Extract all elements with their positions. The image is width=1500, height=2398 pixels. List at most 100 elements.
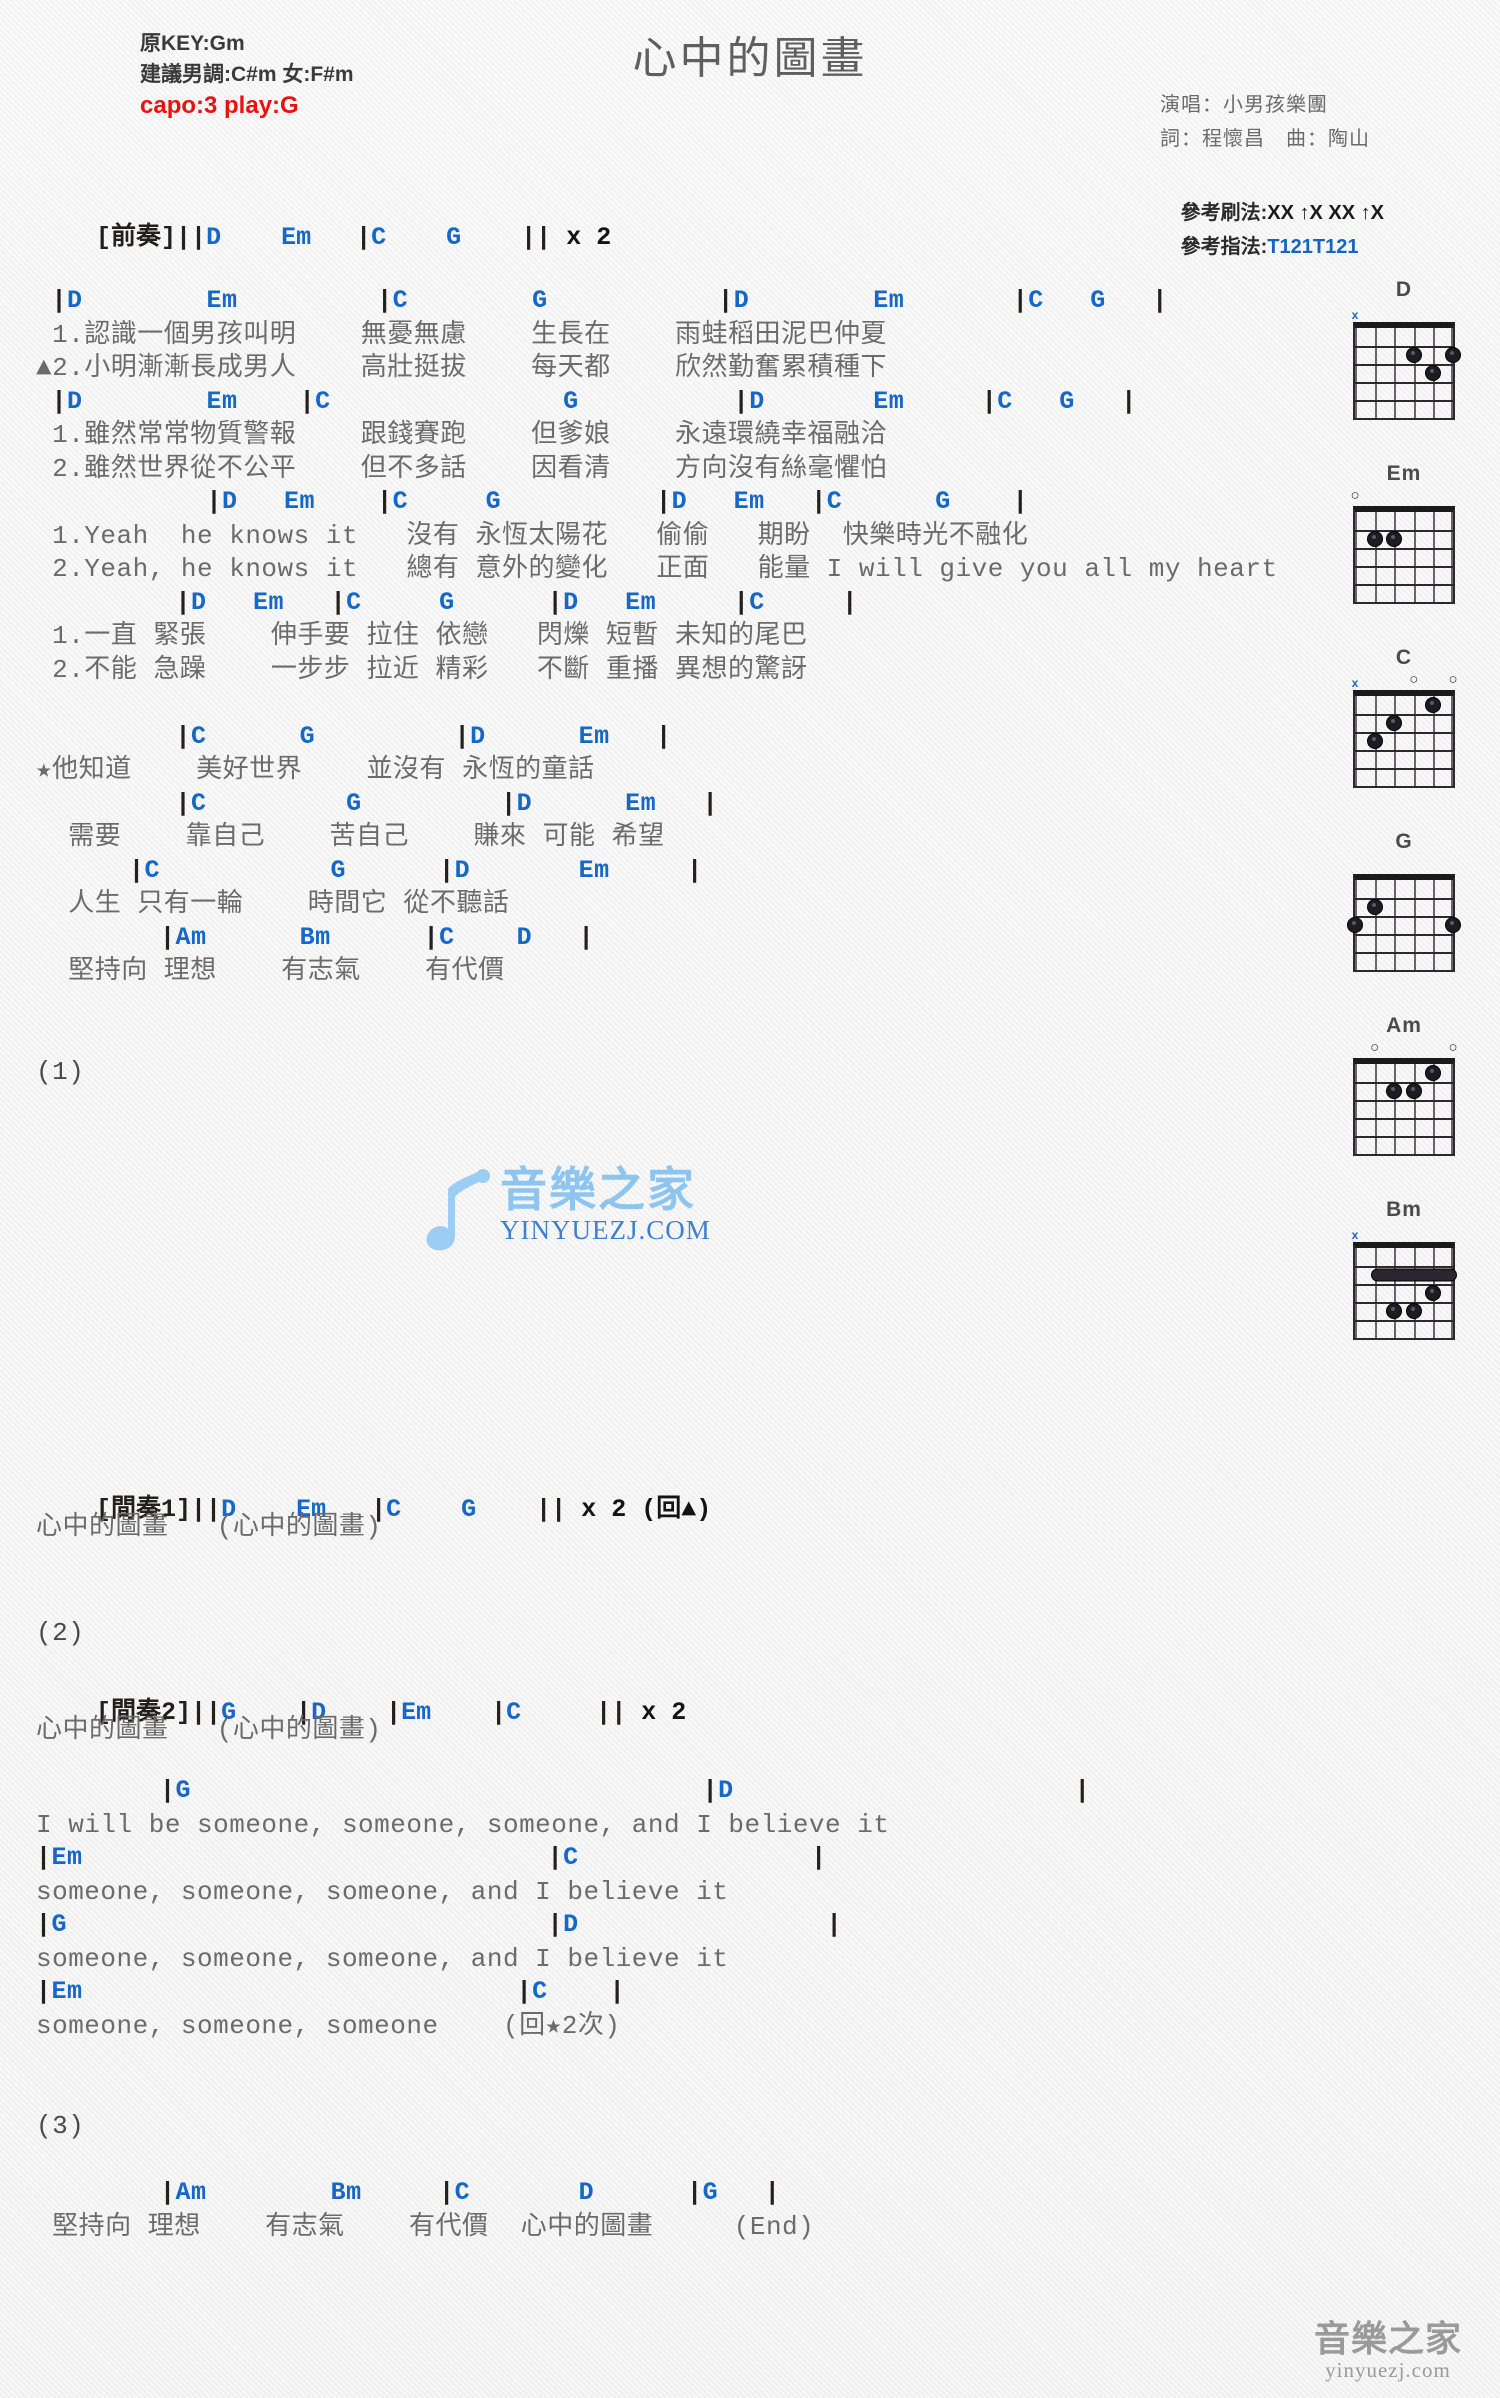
finger-dot bbox=[1386, 1083, 1403, 1099]
finger-dot bbox=[1445, 917, 1461, 933]
finger-pattern-value: T121T121 bbox=[1267, 236, 1359, 258]
interlude1-repeat: (回▲) bbox=[626, 1495, 712, 1524]
chord-diagram-name: D bbox=[1395, 278, 1413, 301]
chord-diagram-am: Am ○ ○ bbox=[1338, 1014, 1470, 1156]
chord-line: |Em |C | bbox=[36, 1977, 626, 2006]
finger-dot bbox=[1405, 1083, 1422, 1099]
string-line bbox=[1394, 880, 1397, 970]
lyric-line: someone, someone, someone, and I believe… bbox=[36, 1943, 729, 1974]
watermark-logo-text: 音樂之家 bbox=[500, 1163, 696, 1216]
string-line bbox=[1355, 328, 1357, 418]
fret-line bbox=[1355, 714, 1453, 716]
string-line bbox=[1433, 880, 1436, 970]
mute-string-icon: x bbox=[1351, 308, 1359, 322]
string-line bbox=[1394, 328, 1397, 418]
interlude1-lyric: 心中的圖畫 (心中的圖畫) bbox=[36, 1512, 382, 1542]
lyric-line: I will be someone, someone, someone, and… bbox=[36, 1809, 890, 1840]
barre-bar bbox=[1370, 1268, 1457, 1282]
lyric-line: 2.不能 急躁 一步步 拉近 精彩 不斷 重播 異想的驚訝 bbox=[36, 654, 808, 685]
finger-dot bbox=[1366, 733, 1383, 749]
string-line bbox=[1451, 1248, 1453, 1338]
lyric-line: 堅持向 理想 有志氣 有代價 心中的圖畫 (End) bbox=[36, 2211, 815, 2242]
song-body: |D Em |C G |D Em |C G | 1.認識一個男孩叫明 無憂無慮 … bbox=[36, 288, 1326, 1092]
strum-pattern-value: XX ↑X XX ↑X bbox=[1267, 202, 1384, 224]
singer-credit: 演唱：小男孩樂團 bbox=[1160, 94, 1328, 116]
finger-dot bbox=[1425, 365, 1442, 381]
fretboard-grid bbox=[1347, 874, 1461, 972]
string-line bbox=[1355, 696, 1357, 786]
fret-line bbox=[1355, 548, 1453, 550]
finger-dot bbox=[1386, 1303, 1403, 1319]
fret-line bbox=[1355, 1118, 1453, 1120]
finger-dot bbox=[1347, 917, 1363, 933]
fretboard-grid bbox=[1353, 322, 1461, 420]
chord-line: |G |D | bbox=[36, 1910, 843, 1939]
fret-line bbox=[1355, 382, 1453, 384]
watermark-bottom-logo: 音樂之家 bbox=[1313, 2318, 1462, 2359]
string-line bbox=[1374, 1248, 1377, 1338]
chord-diagram-bm: Bm x bbox=[1338, 1198, 1470, 1340]
chord-open-mute-markers: x ○ ○ bbox=[1338, 672, 1470, 690]
string-line bbox=[1355, 1064, 1357, 1154]
lyric-line: 1.一直 緊張 伸手要 拉住 依戀 閃爍 短暫 未知的尾巴 bbox=[36, 621, 808, 651]
intro-label: [前奏] bbox=[96, 223, 177, 252]
chord-line: |D Em |C G |D Em |C G | bbox=[51, 286, 1168, 315]
strum-pattern-label: 參考刷法: bbox=[1180, 202, 1268, 224]
interlude2-lyric: 心中的圖畫 (心中的圖畫) bbox=[36, 1715, 382, 1745]
strum-pattern-row: 參考刷法:XX ↑X XX ↑X bbox=[1181, 196, 1384, 230]
string-line bbox=[1413, 1064, 1416, 1154]
chord-diagram-name: G bbox=[1395, 830, 1413, 853]
lyric-line: 需要 靠自己 苦自己 賺來 可能 希望 bbox=[36, 822, 665, 852]
finger-dot bbox=[1425, 697, 1442, 713]
fret-line bbox=[1355, 1302, 1453, 1304]
chord-line: |D Em |C G |D Em |C G | bbox=[51, 386, 1137, 416]
chord-line: |C G |D Em | bbox=[175, 721, 672, 751]
lyric-line: someone, someone, someone (回★2次) bbox=[36, 2010, 621, 2041]
finger-dot bbox=[1405, 1303, 1422, 1319]
section-marker-2: (2) bbox=[36, 1618, 85, 1648]
string-line bbox=[1394, 1248, 1397, 1338]
fret-line bbox=[1355, 1136, 1453, 1138]
fretboard-grid bbox=[1353, 1058, 1455, 1156]
lyric-line: 堅持向 理想 有志氣 有代價 bbox=[36, 956, 505, 986]
chord-line: |D Em |C G |D Em |C | bbox=[175, 587, 858, 617]
string-line bbox=[1374, 880, 1377, 970]
watermark-bottom-url: yinyuezj.com bbox=[1325, 2358, 1451, 2382]
fretboard-grid bbox=[1353, 1242, 1457, 1340]
mute-string-icon: x bbox=[1351, 676, 1359, 690]
fret-line bbox=[1355, 584, 1453, 586]
chord-diagram-name: Bm bbox=[1386, 1198, 1422, 1221]
chord-diagram-name: Em bbox=[1386, 462, 1422, 485]
finger-dot bbox=[1425, 1065, 1442, 1081]
finger-dot bbox=[1386, 715, 1403, 731]
string-line bbox=[1374, 1064, 1377, 1154]
finger-pattern-label: 參考指法: bbox=[1180, 236, 1268, 258]
fretboard-grid bbox=[1353, 506, 1455, 604]
fret-line bbox=[1355, 566, 1453, 568]
play-patterns-block: 參考刷法:XX ↑X XX ↑X 參考指法:T121T121 bbox=[1181, 196, 1384, 264]
string-line bbox=[1451, 696, 1453, 786]
chord-line: |C G |D Em | bbox=[175, 788, 719, 818]
fret-line bbox=[1355, 952, 1453, 954]
mute-string-icon: x bbox=[1351, 1228, 1359, 1242]
chord-line: |G |D | bbox=[160, 1776, 1091, 1805]
finger-dot bbox=[1366, 899, 1383, 915]
string-line bbox=[1433, 512, 1436, 602]
string-line bbox=[1451, 1064, 1453, 1154]
credits-block: 演唱：小男孩樂團 詞：程懷昌 曲：陶山 bbox=[1160, 88, 1370, 156]
music-note-icon bbox=[422, 1167, 500, 1253]
finger-dot bbox=[1405, 347, 1422, 363]
chord-open-mute-markers: x bbox=[1338, 304, 1470, 322]
section-marker: (3) bbox=[36, 2111, 85, 2141]
string-line bbox=[1374, 512, 1377, 602]
chord-diagram-c: Cx ○ ○ bbox=[1338, 646, 1470, 788]
fret-line bbox=[1355, 750, 1453, 752]
chord-open-mute-markers: x bbox=[1338, 1224, 1470, 1242]
chord-line: |Am Bm |C D |G | bbox=[160, 2178, 781, 2207]
